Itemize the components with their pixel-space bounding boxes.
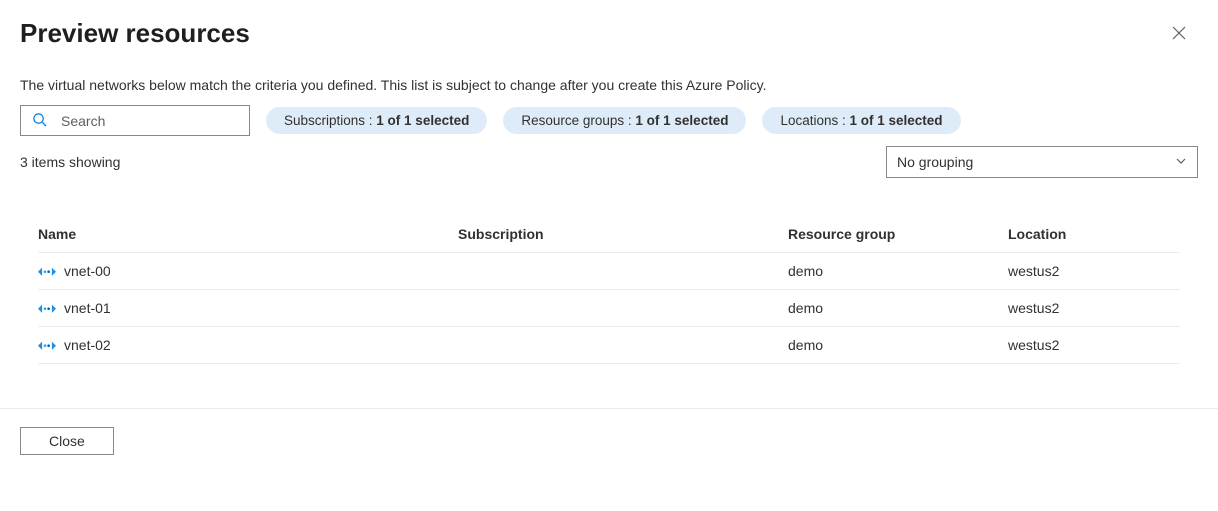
filter-pill-subscriptions[interactable]: Subscriptions : 1 of 1 selected	[266, 107, 487, 134]
search-wrap	[20, 105, 250, 136]
filter-value: 1 of 1 selected	[376, 113, 469, 128]
row-location: westus2	[1008, 263, 1180, 279]
col-header-subscription[interactable]: Subscription	[458, 226, 788, 242]
table-row[interactable]: vnet-00 demo westus2	[38, 253, 1180, 290]
col-header-resource-group[interactable]: Resource group	[788, 226, 1008, 242]
table-row[interactable]: vnet-01 demo westus2	[38, 290, 1180, 327]
page-title: Preview resources	[20, 18, 1198, 49]
filter-label: Locations :	[780, 113, 849, 128]
filter-pill-resource-groups[interactable]: Resource groups : 1 of 1 selected	[503, 107, 746, 134]
close-x-button[interactable]	[1168, 22, 1190, 47]
filter-pill-locations[interactable]: Locations : 1 of 1 selected	[762, 107, 960, 134]
meta-row: 3 items showing No grouping	[20, 146, 1198, 178]
filter-row: Subscriptions : 1 of 1 selected Resource…	[20, 105, 1198, 136]
table-row[interactable]: vnet-02 demo westus2	[38, 327, 1180, 364]
resources-table: Name Subscription Resource group Locatio…	[20, 216, 1198, 364]
search-input[interactable]	[20, 105, 250, 136]
close-button[interactable]: Close	[20, 427, 114, 455]
name-cell: vnet-00	[38, 263, 458, 279]
filter-value: 1 of 1 selected	[635, 113, 728, 128]
row-name: vnet-01	[64, 300, 111, 316]
col-header-name[interactable]: Name	[38, 226, 458, 242]
vnet-icon	[38, 338, 56, 352]
name-cell: vnet-02	[38, 337, 458, 353]
close-icon	[1172, 28, 1186, 43]
grouping-dropdown[interactable]: No grouping	[886, 146, 1198, 178]
row-location: westus2	[1008, 337, 1180, 353]
row-location: westus2	[1008, 300, 1180, 316]
vnet-icon	[38, 264, 56, 278]
filter-label: Subscriptions :	[284, 113, 376, 128]
row-name: vnet-02	[64, 337, 111, 353]
name-cell: vnet-01	[38, 300, 458, 316]
vnet-icon	[38, 301, 56, 315]
filter-value: 1 of 1 selected	[850, 113, 943, 128]
description-text: The virtual networks below match the cri…	[20, 77, 1198, 93]
filter-label: Resource groups :	[521, 113, 635, 128]
row-name: vnet-00	[64, 263, 111, 279]
preview-resources-panel: Preview resources The virtual networks b…	[0, 0, 1218, 402]
row-resource-group: demo	[788, 263, 1008, 279]
footer: Close	[0, 408, 1218, 473]
table-header: Name Subscription Resource group Locatio…	[38, 216, 1180, 253]
row-resource-group: demo	[788, 300, 1008, 316]
col-header-location[interactable]: Location	[1008, 226, 1180, 242]
chevron-down-icon	[1175, 154, 1187, 170]
row-resource-group: demo	[788, 337, 1008, 353]
grouping-selected-value: No grouping	[897, 154, 973, 170]
items-count: 3 items showing	[20, 154, 120, 170]
